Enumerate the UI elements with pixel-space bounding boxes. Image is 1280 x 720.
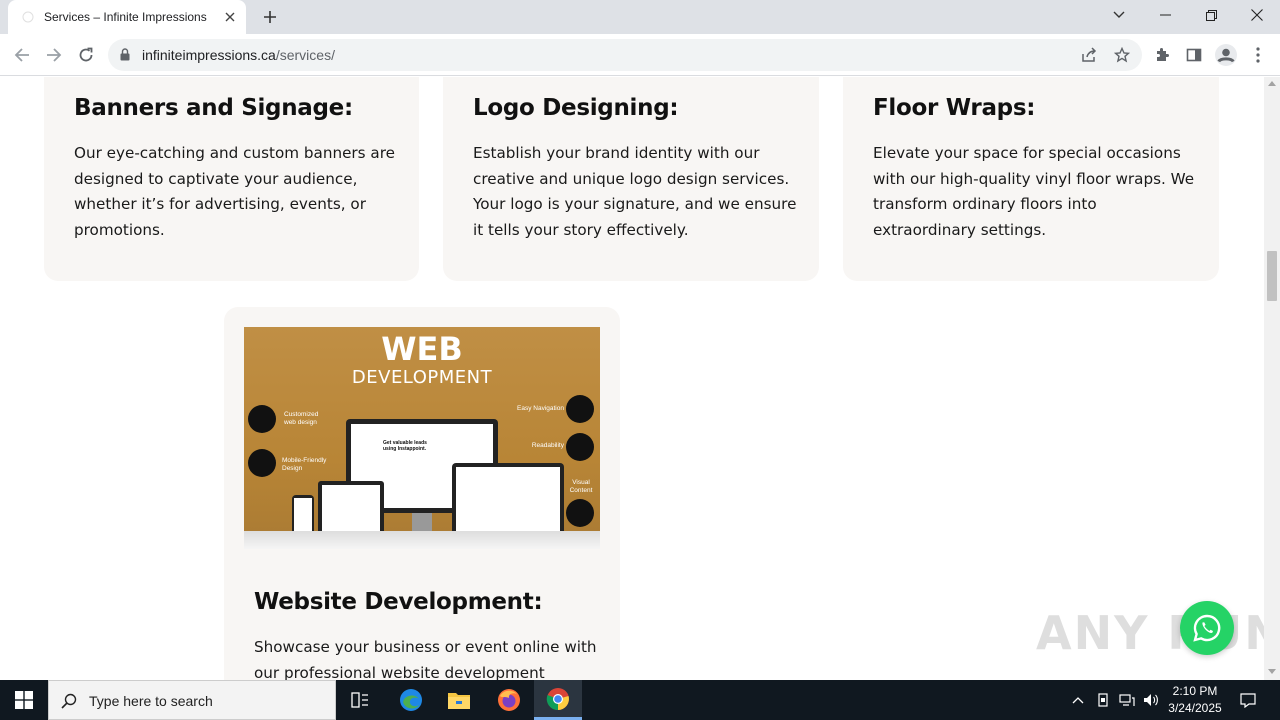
device-tray-icon[interactable] <box>1092 680 1114 720</box>
search-placeholder: Type here to search <box>89 693 213 709</box>
service-card-web-development: WEB DEVELOPMENT Customized web design Mo… <box>224 307 620 680</box>
mobile-design-icon <box>248 449 276 477</box>
whatsapp-chat-button[interactable] <box>1180 601 1234 655</box>
image-heading: WEB <box>381 330 463 368</box>
system-clock[interactable]: 2:10 PM 3/24/2025 <box>1162 683 1228 717</box>
notifications-icon[interactable] <box>1234 680 1262 720</box>
url-text[interactable]: infiniteimpressions.ca/services/ <box>142 47 335 63</box>
custom-design-icon <box>248 405 276 433</box>
task-view-icon[interactable] <box>336 680 384 720</box>
card-title: Floor Wraps: <box>873 95 1036 121</box>
edge-browser-icon[interactable] <box>387 680 435 720</box>
page-scrollbar[interactable] <box>1264 77 1280 680</box>
monitor-stand <box>412 513 432 531</box>
tab-search-chevron-icon[interactable] <box>1096 0 1142 30</box>
image-label: Visual Content <box>569 479 593 494</box>
whatsapp-icon <box>1193 614 1221 642</box>
card-description: Establish your brand identity with our c… <box>473 144 797 239</box>
image-label: Easy Navigation <box>517 405 564 412</box>
volume-icon[interactable] <box>1140 680 1162 720</box>
bookmark-star-icon[interactable] <box>1111 44 1133 66</box>
readability-icon <box>566 433 594 461</box>
menu-kebab-icon[interactable] <box>1244 41 1272 69</box>
extensions-puzzle-icon[interactable] <box>1148 41 1176 69</box>
visual-content-icon <box>566 499 594 527</box>
tab-title: Services – Infinite Impressions <box>44 10 207 24</box>
new-tab-icon[interactable] <box>258 6 282 28</box>
service-card-banners: Banners and Signage: Our eye-catching an… <box>44 77 419 281</box>
image-subheading: DEVELOPMENT <box>351 367 493 388</box>
file-explorer-icon[interactable] <box>435 680 483 720</box>
clock-date: 3/24/2025 <box>1168 701 1222 715</box>
service-card-logo: Logo Designing: Establish your brand ide… <box>443 77 819 281</box>
browser-tab-strip: Services – Infinite Impressions <box>0 0 1280 34</box>
windows-taskbar: Type here to search 2:10 PM 3/24/2025 <box>0 680 1280 720</box>
windows-start-icon[interactable] <box>0 680 48 720</box>
side-panel-icon[interactable] <box>1180 41 1208 69</box>
navigation-icon <box>566 395 594 423</box>
browser-toolbar: infiniteimpressions.ca/services/ <box>0 34 1280 76</box>
firefox-icon[interactable] <box>485 680 533 720</box>
card-description: Showcase your business or event online w… <box>254 638 597 680</box>
card-title: Logo Designing: <box>473 95 679 121</box>
network-icon[interactable] <box>1116 680 1138 720</box>
card-description: Elevate your space for special occasions… <box>873 144 1195 239</box>
chrome-icon[interactable] <box>534 680 582 720</box>
screen-text: Get valuable leads using Instappoint. <box>383 440 427 452</box>
card-description: Our eye-catching and custom banners are … <box>74 144 395 239</box>
service-card-floor-wraps: Floor Wraps: Elevate your space for spec… <box>843 77 1219 281</box>
browser-tab[interactable]: Services – Infinite Impressions <box>8 0 246 34</box>
laptop-illustration <box>452 463 564 537</box>
scroll-down-arrow-icon[interactable] <box>1268 669 1276 674</box>
taskbar-search-box[interactable]: Type here to search <box>48 680 336 720</box>
card-title: Banners and Signage: <box>74 95 353 121</box>
favicon-icon <box>22 11 34 23</box>
tray-chevron-up-icon[interactable] <box>1068 680 1088 720</box>
scrollbar-thumb[interactable] <box>1267 251 1277 301</box>
image-label: Customized web design <box>284 411 319 426</box>
page-content: Banners and Signage: Our eye-catching an… <box>0 77 1264 680</box>
restore-icon[interactable] <box>1188 0 1234 30</box>
back-arrow-icon[interactable] <box>8 41 36 69</box>
scroll-up-arrow-icon[interactable] <box>1268 81 1276 86</box>
forward-arrow-icon[interactable] <box>40 41 68 69</box>
share-icon[interactable] <box>1078 44 1100 66</box>
minimize-icon[interactable] <box>1142 0 1188 30</box>
search-icon <box>61 693 77 709</box>
clock-time: 2:10 PM <box>1172 684 1218 698</box>
reload-icon[interactable] <box>72 41 100 69</box>
image-label: Readability <box>531 442 564 449</box>
close-tab-icon[interactable] <box>220 7 240 27</box>
image-floor <box>244 531 600 549</box>
lock-icon[interactable] <box>120 48 130 61</box>
web-development-image: WEB DEVELOPMENT Customized web design Mo… <box>244 327 600 549</box>
image-label: Mobile-Friendly Design <box>282 457 327 472</box>
close-window-icon[interactable] <box>1234 0 1280 30</box>
address-bar[interactable]: infiniteimpressions.ca/services/ <box>108 39 1142 71</box>
card-title: Website Development: <box>254 589 543 615</box>
profile-avatar-icon[interactable] <box>1212 41 1240 69</box>
